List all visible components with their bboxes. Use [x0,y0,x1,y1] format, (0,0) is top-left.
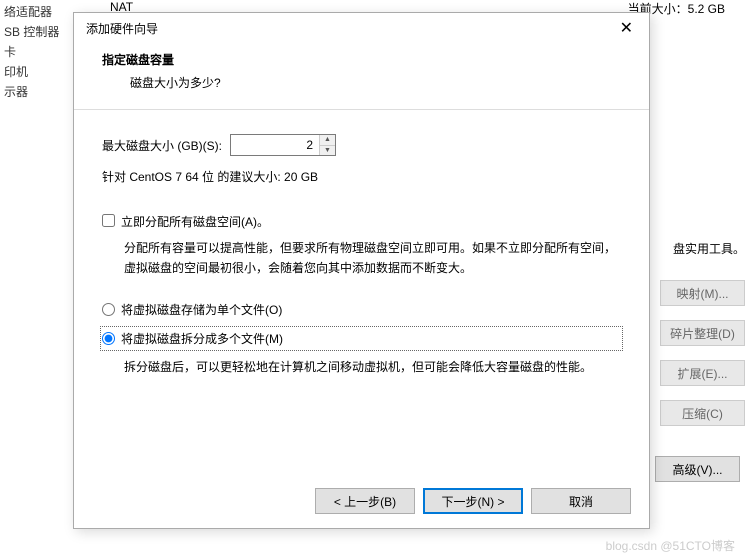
list-item: 印机 [4,62,59,82]
map-button[interactable]: 映射(M)... [660,280,745,306]
dialog-subheading: 磁盘大小为多少? [102,74,621,91]
disk-size-row: 最大磁盘大小 (GB)(S): ▲ ▼ [102,134,621,156]
allocate-now-label: 立即分配所有磁盘空间(A)。 [121,213,269,230]
disk-tool-buttons: 映射(M)... 碎片整理(D) 扩展(E)... 压缩(C) [660,280,745,440]
back-button[interactable]: < 上一步(B) [315,488,415,514]
add-hardware-wizard-dialog: 添加硬件向导 ✕ 指定磁盘容量 磁盘大小为多少? 最大磁盘大小 (GB)(S):… [73,12,650,529]
split-file-radio[interactable] [102,332,115,345]
split-file-label: 将虚拟磁盘拆分成多个文件(M) [121,330,283,347]
allocate-now-desc: 分配所有容量可以提高性能，但要求所有物理磁盘空间立即可用。如果不立即分配所有空间… [102,238,621,279]
single-file-label: 将虚拟磁盘存储为单个文件(O) [121,301,282,318]
dialog-content: 最大磁盘大小 (GB)(S): ▲ ▼ 针对 CentOS 7 64 位 的建议… [74,110,649,407]
split-file-desc: 拆分磁盘后，可以更轻松地在计算机之间移动虚拟机，但可能会降低大容量磁盘的性能。 [102,357,621,377]
list-item: SB 控制器 [4,22,59,42]
expand-button[interactable]: 扩展(E)... [660,360,745,386]
dialog-title: 添加硬件向导 [86,20,158,37]
recommended-size-text: 针对 CentOS 7 64 位 的建议大小: 20 GB [102,168,621,185]
list-item: 络适配器 [4,2,59,22]
dialog-footer: < 上一步(B) 下一步(N) > 取消 [315,488,631,514]
list-item: 卡 [4,42,59,62]
allocate-now-checkbox[interactable] [102,214,115,227]
disk-tools-label: 盘实用工具。 [673,240,745,257]
dialog-heading: 指定磁盘容量 [102,51,621,68]
dialog-header: 指定磁盘容量 磁盘大小为多少? [74,43,649,109]
single-file-radio-row[interactable]: 将虚拟磁盘存储为单个文件(O) [102,299,621,320]
disk-size-input[interactable] [231,135,319,155]
dialog-titlebar: 添加硬件向导 ✕ [74,13,649,43]
list-item: 示器 [4,82,59,102]
disk-size-spinner[interactable]: ▲ ▼ [230,134,336,156]
watermark: blog.csdn @51CTO博客 [606,537,735,554]
single-file-radio[interactable] [102,303,115,316]
compress-button[interactable]: 压缩(C) [660,400,745,426]
allocate-now-checkbox-row[interactable]: 立即分配所有磁盘空间(A)。 [102,213,621,230]
next-button[interactable]: 下一步(N) > [423,488,523,514]
defrag-button[interactable]: 碎片整理(D) [660,320,745,346]
advanced-button[interactable]: 高级(V)... [655,456,740,482]
disk-size-label: 最大磁盘大小 (GB)(S): [102,137,222,154]
split-file-radio-row[interactable]: 将虚拟磁盘拆分成多个文件(M) [102,328,621,349]
spinner-down-icon[interactable]: ▼ [320,146,335,156]
sidebar-list: 络适配器 SB 控制器 卡 印机 示器 [0,0,63,104]
cancel-button[interactable]: 取消 [531,488,631,514]
close-icon[interactable]: ✕ [612,16,641,40]
spinner-up-icon[interactable]: ▲ [320,135,335,146]
